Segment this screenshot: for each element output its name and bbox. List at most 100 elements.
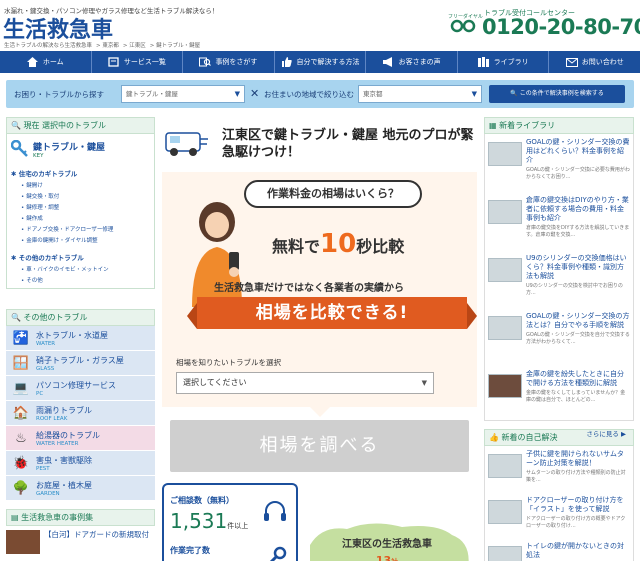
trouble-select[interactable]: 鍵トラブル・鍵屋 ▼ — [121, 85, 245, 103]
cases-heading: ▤ 生活救急車の事例集 — [6, 509, 155, 526]
housing-link[interactable]: 鍵作成 — [11, 214, 150, 222]
price-compare-banner: 作業料金の相場はいくら？ 無料で10秒比較 生活救急車だけではなく各業者の実績か… — [162, 172, 477, 347]
library-thumbnail — [488, 258, 522, 282]
price-form: 相場を知りたいトラブルを選択 選択してください ▼ — [162, 347, 477, 407]
roof-icon: 🏠 — [12, 405, 30, 421]
case-item[interactable]: 【白河】ドアガードの新規取付 — [6, 530, 155, 554]
search-icon: 🔍 — [11, 121, 21, 130]
nav-contact[interactable]: お問い合わせ — [549, 51, 640, 73]
phone-number[interactable]: 0120-20-80-70 — [482, 15, 640, 39]
housing-link[interactable]: 鍵交換・取付 — [11, 192, 150, 200]
housing-key-heading: ✱ 住宅のカギトラブル — [11, 170, 78, 178]
self-solve-item[interactable]: ドアクローザーの取り付け方を「イラスト」を使って解説 ドアクローザーの取り付け方… — [488, 496, 630, 536]
library-title: U9のシリンダーの交換価格はいくら？料金事例や種類・識別方法も解説 — [526, 254, 627, 280]
search-icon: 🔍 — [11, 313, 21, 322]
breadcrumb-item[interactable]: 生活トラブルの解決なら生活救急車 — [4, 43, 92, 49]
nav-services[interactable]: サービス一覧 — [92, 51, 184, 73]
check-price-button[interactable]: 相場を調べる — [170, 420, 469, 472]
category-glass[interactable]: 🪟 硝子トラブル・ガラス屋 GLASS — [6, 351, 155, 376]
freedial-icon — [450, 19, 476, 33]
nav-voices[interactable]: お客さまの声 — [366, 51, 458, 73]
library-title: GOALの鍵・シリンダー交換の方法とは？自分でやる手順を解説 — [526, 312, 630, 329]
current-trouble-en: KEY — [33, 152, 44, 159]
other-key-heading: ✱ その他のカギトラブル — [11, 254, 84, 262]
housing-link[interactable]: ドアノブ交換・ドアクローザー修理 — [11, 225, 150, 233]
pest-icon: 🐞 — [12, 455, 30, 471]
self-solve-thumbnail — [488, 546, 522, 561]
nav-label: ホーム — [42, 58, 64, 66]
nav-self-solve[interactable]: 自分で解決する方法 — [275, 51, 367, 73]
library-thumbnail — [488, 142, 522, 166]
thumbs-up-icon: 👍 — [489, 433, 499, 442]
breadcrumb-item[interactable]: 東京都 — [102, 43, 119, 49]
area-select[interactable]: 東京都 ▼ — [358, 85, 482, 103]
chevron-down-icon: ▼ — [471, 90, 477, 98]
breadcrumb-item[interactable]: 江東区 — [129, 43, 146, 49]
site-header: 水漏れ・鍵交換・パソコン修理やガラス修理など生活トラブル解決なら！ 生活救急車 … — [0, 0, 640, 50]
nav-cases[interactable]: 事例をさがす — [183, 51, 275, 73]
case-thumbnail — [6, 530, 40, 554]
close-icon: ✕ — [250, 87, 260, 100]
water-heater-icon: ♨ — [15, 430, 27, 446]
category-roof-leak[interactable]: 🏠 雨漏りトラブル ROOF LEAK — [6, 401, 155, 426]
self-solve-desc: サムターンの取り付け方法や種類別の防止対策を... — [526, 470, 626, 483]
housing-link[interactable]: 鍵修理・調整 — [11, 203, 150, 211]
breadcrumb-item: 鍵トラブル・鍵屋 — [156, 43, 201, 49]
library-list: GOALの鍵・シリンダー交換の費用はどれくらい？料金事例を紹介 GOALの鍵・シ… — [484, 134, 634, 438]
area-title: 江東区の生活救急車 13社 — [342, 535, 432, 561]
library-desc: GOALの鍵・シリンダー交換を自分で交換する方法がわからなくて... — [526, 332, 630, 345]
consultation-label: ご相談数（無料） — [170, 496, 234, 505]
self-solve-item[interactable]: 子供に鍵を開けられないサムターン防止対策を解説！ サムターンの取り付け方法や種類… — [488, 450, 630, 490]
stats-panel: ご相談数（無料） 1,531件以上 作業完了数 727 — [162, 483, 298, 561]
category-list: 🚰 水トラブル・水道屋 WATER 🪟 硝子トラブル・ガラス屋 GLASS 💻 パソ… — [6, 326, 155, 501]
library-icon: ▦ — [489, 121, 497, 130]
nav-label: お問い合わせ — [581, 58, 624, 66]
search-filter-bar: お困り・トラブルから探す 鍵トラブル・鍵屋 ▼ ✕ お住まいの地域で絞り込む 東… — [6, 80, 634, 108]
other-key-link[interactable]: その他 — [11, 276, 150, 284]
trouble-type-select[interactable]: 選択してください ▼ — [176, 372, 434, 394]
search-cases-button[interactable]: 🔍 この条件で解決事例を検索する — [489, 85, 625, 103]
self-solve-item[interactable]: トイレの鍵が開かないときの対処法 — [488, 542, 630, 561]
library-title: 金庫の鍵を紛失したときに自分で開ける方法を種類別に解説 — [526, 370, 624, 387]
housing-link[interactable]: 金庫の鍵開け・ダイヤル調整 — [11, 236, 150, 244]
free-compare-text: 無料で10秒比較 — [272, 229, 405, 259]
library-thumbnail — [488, 316, 522, 340]
banner-subtext: 生活救急車だけではなく各業者の実績から — [214, 283, 404, 294]
garden-icon: 🌳 — [12, 480, 30, 496]
other-key-link[interactable]: 車・バイクのイモビ・メットイン — [11, 265, 150, 273]
library-desc: 金庫の鍵をなくしてしまっていませんか？金庫の鍵は自分で、ほとんどの... — [526, 390, 626, 403]
search-case-icon — [199, 57, 212, 68]
nav-home[interactable]: ホーム — [0, 51, 92, 73]
library-item[interactable]: GOALの鍵・シリンダー交換の費用はどれくらい？料金事例を紹介 GOALの鍵・シ… — [488, 138, 630, 190]
library-item[interactable]: 倉庫の鍵交換はDIYのやり方・業者に依頼する場合の費用・料金事例も紹介 倉庫の鍵… — [488, 196, 630, 248]
self-solve-desc: ドアクローザーの取り付け方の概要やドアクローザーの取り付け... — [526, 516, 626, 529]
category-water[interactable]: 🚰 水トラブル・水道屋 WATER — [6, 326, 155, 351]
site-logo[interactable]: 生活救急車 — [3, 12, 113, 44]
left-sidebar: 🔍 現在 選択中のトラブル 鍵トラブル・鍵屋 KEY ✱ 住宅のカギトラブル 鍵… — [6, 117, 155, 554]
nav-label: お客さまの声 — [398, 58, 441, 66]
library-item[interactable]: 金庫の鍵を紛失したときに自分で開ける方法を種類別に解説 金庫の鍵をなくしてしまっ… — [488, 370, 630, 422]
category-garden[interactable]: 🌳 お庭屋・植木屋 GARDEN — [6, 476, 155, 501]
current-trouble[interactable]: 鍵トラブル・鍵屋 KEY — [11, 138, 150, 160]
library-item[interactable]: GOALの鍵・シリンダー交換の方法とは？自分でやる手順を解説 GOALの鍵・シリ… — [488, 312, 630, 364]
nav-library[interactable]: ライブラリ — [458, 51, 550, 73]
library-item[interactable]: U9のシリンダーの交換価格はいくら？料金事例や種類・識別方法も解説 U9のシリン… — [488, 254, 630, 306]
service-car-icon — [165, 132, 208, 156]
category-pest[interactable]: 🐞 害虫・害獣駆除 PEST — [6, 451, 155, 476]
housing-link[interactable]: 鍵開け — [11, 181, 150, 189]
library-desc: 倉庫の鍵交換をDIYする方法を解説していきます。倉庫の鍵を交換... — [526, 225, 630, 238]
category-pc[interactable]: 💻 パソコン修理サービス PC — [6, 376, 155, 401]
self-solve-title: ドアクローザーの取り付け方を「イラスト」を使って解説 — [526, 496, 624, 513]
price-question-bubble: 作業料金の相場はいくら？ — [244, 180, 422, 208]
headset-icon — [264, 501, 286, 521]
self-solve-title: トイレの鍵が開かないときの対処法 — [526, 542, 624, 559]
self-solve-thumbnail — [488, 454, 522, 478]
nav-label: 事例をさがす — [215, 58, 258, 66]
other-trouble-heading: 🔍 その他のトラブル — [6, 309, 155, 326]
main-nav: ホーム サービス一覧 事例をさがす 自分で解決する方法 お客さまの声 ライブラリ… — [0, 51, 640, 73]
megaphone-icon — [383, 57, 395, 68]
nav-label: ライブラリ — [493, 58, 529, 66]
pc-icon: 💻 — [12, 380, 30, 396]
category-water-heater[interactable]: ♨ 給湯器のトラブル WATER HEATER — [6, 426, 155, 451]
search-cases-button-label: この条件で解決事例を検索する — [519, 90, 604, 97]
